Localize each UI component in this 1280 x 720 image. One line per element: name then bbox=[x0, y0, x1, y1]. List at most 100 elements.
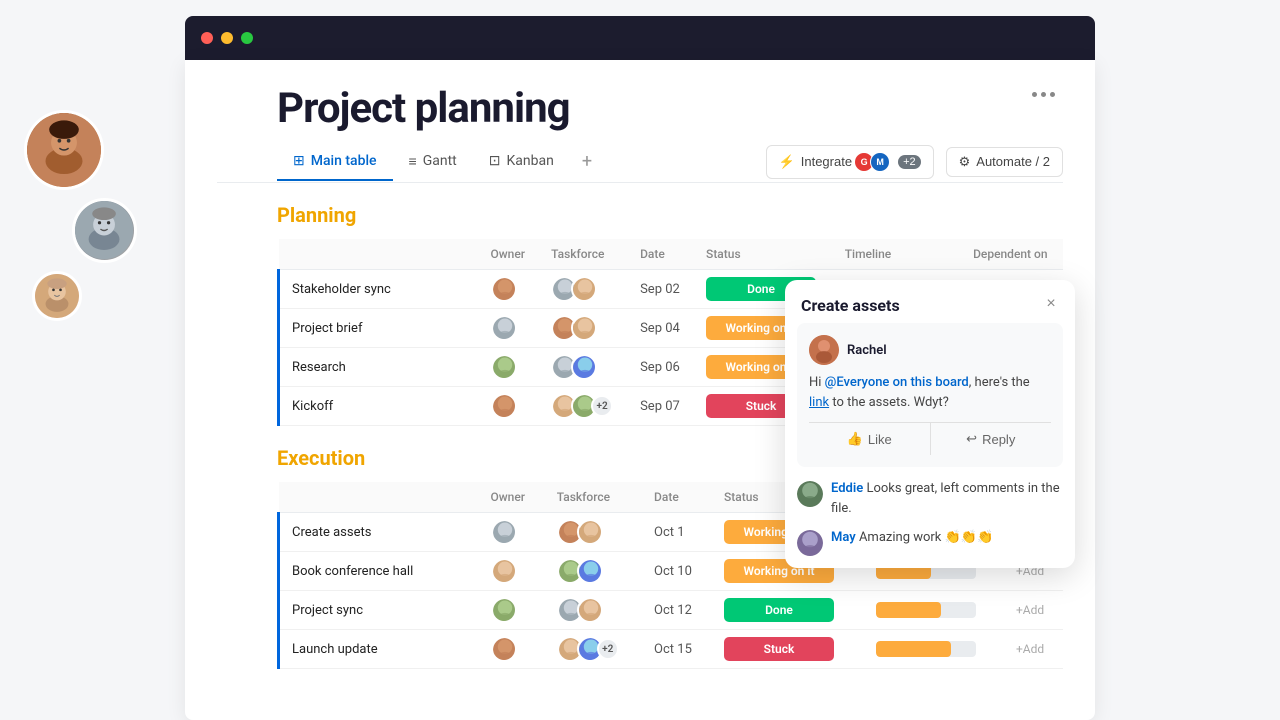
avatar-1 bbox=[24, 110, 104, 190]
status-badge: Done bbox=[724, 598, 834, 622]
reply-content: Eddie Looks great, left comments in the … bbox=[831, 479, 1063, 518]
avatar-3 bbox=[32, 271, 82, 321]
col-taskforce-planning: Taskforce bbox=[539, 239, 628, 270]
reply-avatar bbox=[797, 481, 823, 507]
date-cell: Sep 07 bbox=[628, 387, 694, 426]
monday-avatar: M bbox=[870, 152, 890, 172]
col-dependent-planning: Dependent on bbox=[961, 239, 1063, 270]
avatar bbox=[577, 597, 603, 623]
col-taskforce-execution: Taskforce bbox=[545, 482, 642, 513]
tab-gantt[interactable]: ≡ Gantt bbox=[393, 143, 473, 182]
dependent-cell: +Add bbox=[1004, 591, 1063, 630]
avatar-2 bbox=[72, 198, 137, 263]
popup-close-button[interactable]: × bbox=[1039, 292, 1063, 316]
taskforce-cell bbox=[539, 270, 628, 309]
like-button[interactable]: 👍 Like bbox=[809, 423, 931, 455]
reply-author: Eddie bbox=[831, 481, 863, 496]
reply-avatar bbox=[797, 530, 823, 556]
add-dependent-button[interactable]: +Add bbox=[1016, 603, 1044, 617]
main-comment: Rachel Hi @Everyone on this board, here'… bbox=[797, 323, 1063, 467]
reply-item: May Amazing work 👏👏👏 bbox=[797, 528, 1063, 556]
like-icon: 👍 bbox=[847, 431, 863, 447]
task-name-cell: Research bbox=[279, 348, 479, 387]
integrate-avatars: G M bbox=[858, 152, 890, 172]
page-title: Project planning bbox=[277, 84, 570, 133]
automate-button[interactable]: ⚙ Automate / 2 bbox=[946, 147, 1063, 177]
owner-cell bbox=[479, 552, 545, 591]
avatar bbox=[491, 558, 517, 584]
date-cell: Sep 02 bbox=[628, 270, 694, 309]
comment-actions: 👍 Like ↩ Reply bbox=[809, 422, 1051, 455]
comment-header: Rachel bbox=[809, 335, 1051, 365]
tab-actions: ⚡ Integrate G M +2 ⚙ Automate / 2 bbox=[766, 145, 1063, 179]
col-owner-planning: Owner bbox=[479, 239, 540, 270]
add-dependent-button[interactable]: +Add bbox=[1016, 642, 1044, 656]
rachel-avatar bbox=[809, 335, 839, 365]
tab-kanban[interactable]: ⊡ Kanban bbox=[473, 143, 570, 181]
avatar-count: +2 bbox=[597, 638, 619, 660]
col-status-planning: Status bbox=[694, 239, 833, 270]
date-cell: Oct 1 bbox=[642, 513, 712, 552]
col-date-execution: Date bbox=[642, 482, 712, 513]
main-content: Project planning ⊞ Main table ≡ Gantt ⊡ … bbox=[185, 60, 1095, 720]
dependent-cell: +Add bbox=[1004, 630, 1063, 669]
close-dot[interactable] bbox=[201, 32, 213, 44]
owner-cell bbox=[479, 270, 540, 309]
task-name: Kickoff bbox=[292, 399, 333, 414]
comment-popup: × Create assets Rachel Hi @Everyone on t… bbox=[785, 280, 1075, 568]
table-row: Launch update +2 Oct 15 Stuck bbox=[279, 630, 1064, 669]
more-options-button[interactable] bbox=[1024, 84, 1063, 105]
taskforce-cell bbox=[539, 309, 628, 348]
taskforce-cell bbox=[545, 552, 642, 591]
date-cell: Sep 04 bbox=[628, 309, 694, 348]
task-name: Launch update bbox=[292, 642, 378, 657]
date-cell: Sep 06 bbox=[628, 348, 694, 387]
floating-avatars bbox=[24, 110, 137, 321]
comment-text: Hi @Everyone on this board, here's the l… bbox=[809, 373, 1051, 412]
avatar bbox=[571, 276, 597, 302]
timeline-bar-wrap bbox=[876, 641, 976, 657]
maximize-dot[interactable] bbox=[241, 32, 253, 44]
avatar bbox=[577, 558, 603, 584]
avatar bbox=[571, 354, 597, 380]
timeline-bar bbox=[876, 602, 941, 618]
status-cell: Stuck bbox=[712, 630, 864, 669]
mention-everyone[interactable]: @Everyone on this board bbox=[825, 375, 969, 390]
reply-text: Amazing work 👏👏👏 bbox=[859, 530, 993, 545]
col-date-planning: Date bbox=[628, 239, 694, 270]
popup-title: Create assets bbox=[785, 280, 1075, 323]
task-name: Research bbox=[292, 360, 346, 375]
task-name-cell: Project sync bbox=[279, 591, 479, 630]
owner-cell bbox=[479, 309, 540, 348]
avatar bbox=[491, 315, 517, 341]
avatar bbox=[491, 393, 517, 419]
table-icon: ⊞ bbox=[293, 153, 305, 169]
reply-item: Eddie Looks great, left comments in the … bbox=[797, 479, 1063, 518]
timeline-bar bbox=[876, 641, 951, 657]
planning-title: Planning bbox=[277, 203, 1063, 227]
planning-header-row: Owner Taskforce Date Status Timeline Dep… bbox=[279, 239, 1064, 270]
integrate-icon: ⚡ bbox=[779, 154, 795, 170]
timeline-bar-wrap bbox=[876, 602, 976, 618]
tab-main-table[interactable]: ⊞ Main table bbox=[277, 143, 393, 181]
reply-button[interactable]: ↩ Reply bbox=[931, 423, 1052, 455]
task-name-cell: Kickoff bbox=[279, 387, 479, 426]
link-assets[interactable]: link bbox=[809, 395, 829, 410]
tabs-nav: ⊞ Main table ≡ Gantt ⊡ Kanban + ⚡ Integr… bbox=[217, 141, 1063, 183]
task-name-cell: Project brief bbox=[279, 309, 479, 348]
date-cell: Oct 10 bbox=[642, 552, 712, 591]
task-name: Book conference hall bbox=[292, 564, 413, 579]
task-name-cell: Launch update bbox=[279, 630, 479, 669]
avatar bbox=[577, 519, 603, 545]
integrate-button[interactable]: ⚡ Integrate G M +2 bbox=[766, 145, 934, 179]
minimize-dot[interactable] bbox=[221, 32, 233, 44]
owner-cell bbox=[479, 513, 545, 552]
task-name-cell: Create assets bbox=[279, 513, 479, 552]
avatar bbox=[491, 636, 517, 662]
gantt-icon: ≡ bbox=[409, 153, 417, 170]
timeline-cell bbox=[864, 630, 1004, 669]
timeline-cell bbox=[864, 591, 1004, 630]
task-name-cell: Stakeholder sync bbox=[279, 270, 479, 309]
add-tab-button[interactable]: + bbox=[570, 141, 604, 182]
taskforce-cell: +2 bbox=[545, 630, 642, 669]
